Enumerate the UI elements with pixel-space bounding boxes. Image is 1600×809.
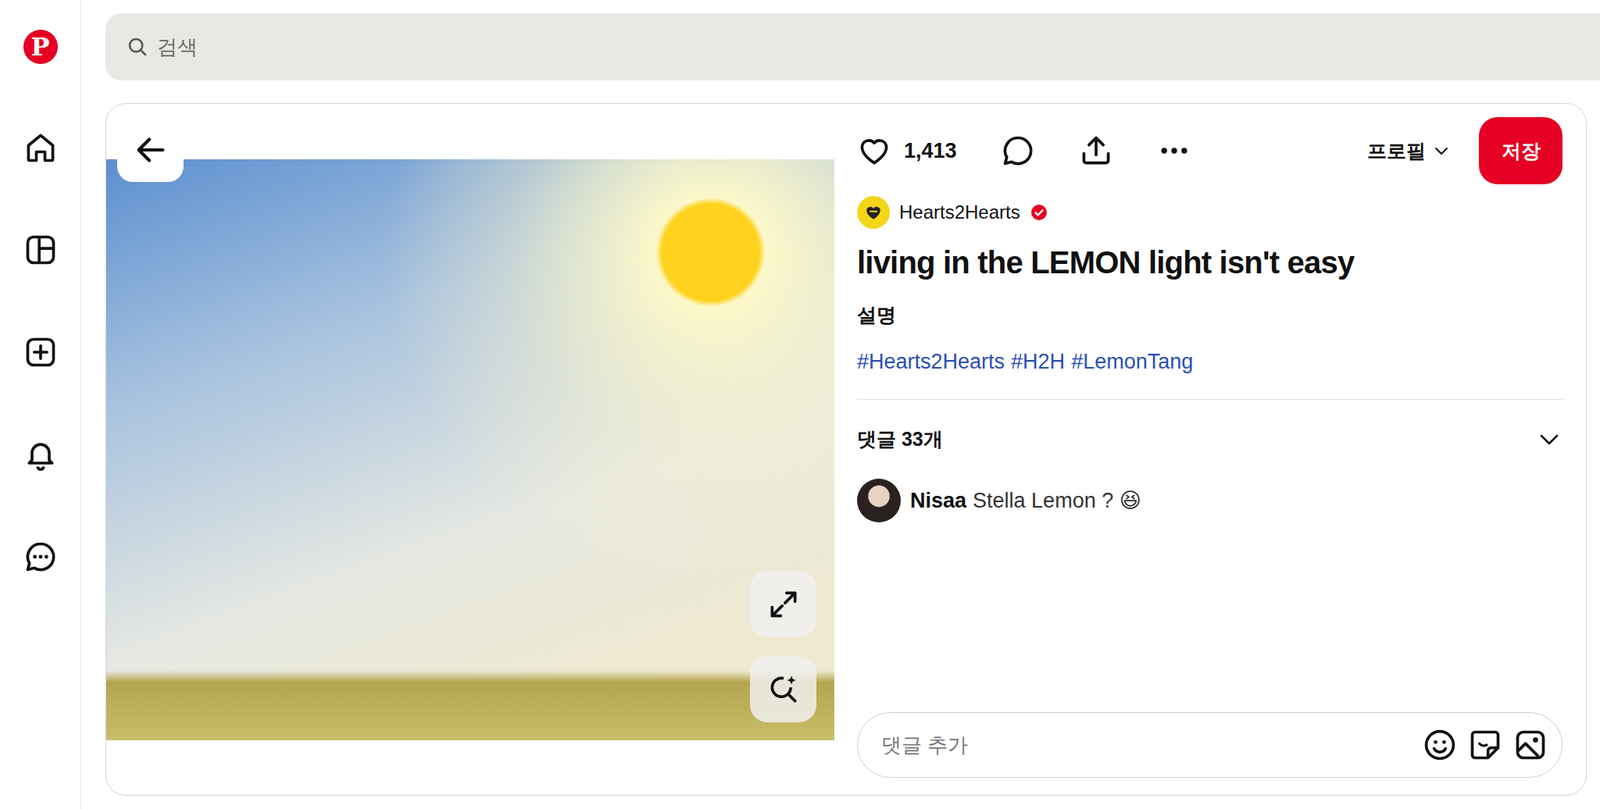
sticker-icon[interactable] — [1467, 728, 1503, 763]
author[interactable]: Hearts2Hearts — [857, 196, 1563, 229]
hashtag[interactable]: #LemonTang — [1071, 350, 1193, 375]
image-tools — [750, 571, 817, 723]
more-icon[interactable] — [1157, 133, 1192, 168]
input-icons — [1422, 728, 1548, 763]
expand-button[interactable] — [750, 571, 817, 638]
lens-sparkle-icon — [766, 672, 801, 708]
share-icon[interactable] — [1078, 133, 1114, 168]
create-icon[interactable] — [23, 335, 58, 370]
pinterest-logo[interactable]: P — [23, 29, 58, 65]
commenter-avatar[interactable] — [857, 478, 901, 523]
comment-icon[interactable] — [1000, 133, 1036, 168]
verified-badge-icon — [1029, 203, 1049, 222]
profile-dropdown[interactable]: 프로필 — [1367, 138, 1451, 165]
description-label: 설명 — [857, 302, 1563, 329]
comments-heading: 댓글 33개 — [857, 426, 943, 453]
search-icon — [125, 35, 150, 59]
messages-icon[interactable] — [23, 539, 58, 575]
back-button[interactable] — [117, 117, 184, 183]
divider — [857, 399, 1563, 400]
expand-icon — [766, 587, 801, 622]
comment: NisaaStella Lemon ? 😆 — [857, 478, 1563, 523]
sidebar: P — [0, 0, 82, 809]
heart-icon — [857, 133, 892, 168]
main: 검색 1,413 프로필 저장 Hearts2Hearts living in the L… — [81, 0, 1600, 809]
likes[interactable]: 1,413 — [857, 133, 958, 168]
save-button[interactable]: 저장 — [1478, 117, 1563, 185]
search-placeholder: 검색 — [157, 33, 198, 61]
board-icon[interactable] — [23, 232, 58, 268]
author-avatar — [857, 196, 890, 229]
action-row: 1,413 프로필 저장 — [857, 117, 1563, 185]
hashtag[interactable]: #Hearts2Hearts — [857, 350, 1005, 375]
comment-author[interactable]: Nisaa — [910, 489, 967, 514]
search-bar[interactable]: 검색 — [105, 13, 1600, 81]
comment-input[interactable]: 댓글 추가 — [857, 712, 1563, 779]
author-name: Hearts2Hearts — [899, 201, 1021, 224]
page: P 검색 1,413 프로필 저장 Hearts2Hearts living in the … — [0, 0, 1600, 809]
bell-icon[interactable] — [23, 437, 58, 472]
pin-title: living in the LEMON light isn't easy — [857, 242, 1563, 283]
comments-header[interactable]: 댓글 33개 — [857, 426, 1563, 453]
emoji-icon[interactable] — [1422, 728, 1458, 763]
pin-details: 1,413 프로필 저장 Hearts2Hearts living in the LEM… — [857, 103, 1586, 796]
tags: #Hearts2Hearts#H2H#LemonTang — [857, 350, 1563, 375]
back-arrow-icon — [132, 132, 169, 168]
pin-photo — [106, 159, 835, 741]
pin-card: 1,413 프로필 저장 Hearts2Hearts living in the LEM… — [105, 103, 1587, 797]
home-icon[interactable] — [23, 130, 58, 165]
comment-placeholder: 댓글 추가 — [881, 732, 1423, 760]
visual-search-button[interactable] — [750, 656, 817, 723]
hearts-logo-icon — [861, 200, 886, 225]
profile-label: 프로필 — [1367, 138, 1426, 165]
image-icon[interactable] — [1513, 728, 1548, 763]
comment-text: Stella Lemon ? 😆 — [972, 488, 1142, 514]
chevron-down-icon — [1537, 428, 1561, 452]
likes-count: 1,413 — [903, 139, 958, 164]
chevron-down-icon — [1432, 141, 1451, 161]
hashtag[interactable]: #H2H — [1010, 350, 1065, 375]
